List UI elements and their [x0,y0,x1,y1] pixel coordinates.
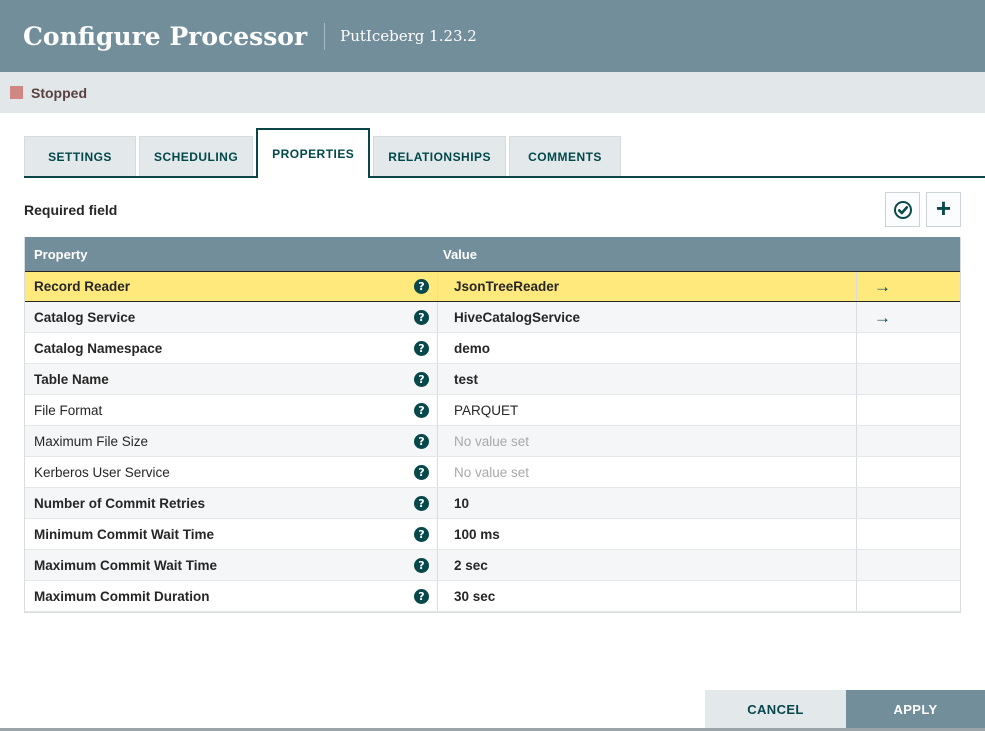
actions-cell [856,426,960,456]
processor-type-version: PutIceberg 1.23.2 [340,27,477,45]
check-circle-icon [893,200,913,220]
table-row[interactable]: Maximum File Size? No value set [25,426,960,457]
table-row[interactable]: Record Reader? JsonTreeReader → [25,271,960,302]
stopped-square-icon [10,86,23,99]
table-row[interactable]: Number of Commit Retries? 10 [25,488,960,519]
dialog-title: Configure Processor [23,21,308,51]
actions-cell [856,457,960,487]
apply-button[interactable]: APPLY [846,690,985,728]
question-icon[interactable]: ? [414,340,429,356]
property-name: Minimum Commit Wait Time [34,526,215,542]
tab-comments[interactable]: COMMENTS [509,136,621,176]
table-row[interactable]: Catalog Namespace? demo [25,333,960,364]
table-header-row: Property Value [25,237,960,271]
tab-bar: SETTINGS SCHEDULING PROPERTIES RELATIONSHIP… [24,128,985,178]
property-value[interactable]: demo [437,333,856,363]
property-value[interactable]: PARQUET [437,395,856,425]
property-name: Kerberos User Service [34,464,170,480]
column-header-property: Property [34,246,88,262]
property-name: Catalog Namespace [34,340,163,356]
properties-toolbar: Required field + [24,192,961,227]
verify-properties-button[interactable] [885,192,920,227]
property-name: Maximum File Size [34,433,149,449]
properties-table: Property Value Record Reader? JsonTreeRea… [24,237,961,613]
question-icon[interactable]: ? [414,526,429,542]
property-name: File Format [34,402,103,418]
actions-cell [856,581,960,611]
table-body: Record Reader? JsonTreeReader → Catalog Ser… [25,271,960,612]
question-icon[interactable]: ? [414,402,429,418]
actions-cell [856,395,960,425]
actions-cell [856,550,960,580]
property-value[interactable]: 2 sec [437,550,856,580]
property-value[interactable]: test [437,364,856,394]
property-name: Maximum Commit Duration [34,588,210,604]
dialog-header: Configure Processor PutIceberg 1.23.2 [0,0,985,72]
question-icon[interactable]: ? [414,495,429,511]
title-divider [324,22,326,50]
required-field-label: Required field [24,201,118,218]
actions-cell [856,364,960,394]
right-arrow-icon[interactable]: → [874,309,891,326]
property-name: Number of Commit Retries [34,495,206,511]
property-value[interactable]: 10 [437,488,856,518]
property-name: Record Reader [34,279,131,294]
right-arrow-icon[interactable]: → [874,278,891,295]
status-bar: Stopped [0,72,985,113]
question-icon[interactable]: ? [414,279,429,294]
table-row[interactable]: Kerberos User Service? No value set [25,457,960,488]
question-icon[interactable]: ? [414,557,429,573]
property-value[interactable]: 30 sec [437,581,856,611]
question-icon[interactable]: ? [414,433,429,449]
property-value[interactable]: HiveCatalogService [437,302,856,332]
actions-cell: → [856,272,960,301]
question-icon[interactable]: ? [414,371,429,387]
property-value[interactable]: No value set [437,426,856,456]
table-row[interactable]: Maximum Commit Duration? 30 sec [25,581,960,612]
dialog-footer: CANCEL APPLY [705,690,985,728]
actions-cell [856,333,960,363]
actions-cell [856,519,960,549]
tab-scheduling[interactable]: SCHEDULING [139,136,254,176]
question-icon[interactable]: ? [414,588,429,604]
add-property-button[interactable]: + [926,192,961,227]
actions-cell [856,488,960,518]
question-icon[interactable]: ? [414,309,429,325]
plus-icon: + [935,193,952,223]
property-value[interactable]: 100 ms [437,519,856,549]
question-icon[interactable]: ? [414,464,429,480]
property-name: Catalog Service [34,309,136,325]
cancel-button[interactable]: CANCEL [705,690,846,728]
tab-settings[interactable]: SETTINGS [24,136,136,176]
column-header-value: Value [443,246,477,262]
status-label: Stopped [31,84,87,101]
configure-processor-dialog: Configure Processor PutIceberg 1.23.2 St… [0,0,985,731]
table-row[interactable]: Minimum Commit Wait Time? 100 ms [25,519,960,550]
tab-relationships[interactable]: RELATIONSHIPS [373,136,506,176]
table-row[interactable]: File Format? PARQUET [25,395,960,426]
actions-cell: → [856,302,960,332]
table-row[interactable]: Catalog Service? HiveCatalogService → [25,302,960,333]
property-value[interactable]: No value set [437,457,856,487]
table-row[interactable]: Table Name? test [25,364,960,395]
property-value[interactable]: JsonTreeReader [437,272,856,301]
property-name: Maximum Commit Wait Time [34,557,218,573]
property-name: Table Name [34,371,109,387]
tab-properties[interactable]: PROPERTIES [256,128,371,178]
table-row[interactable]: Maximum Commit Wait Time? 2 sec [25,550,960,581]
